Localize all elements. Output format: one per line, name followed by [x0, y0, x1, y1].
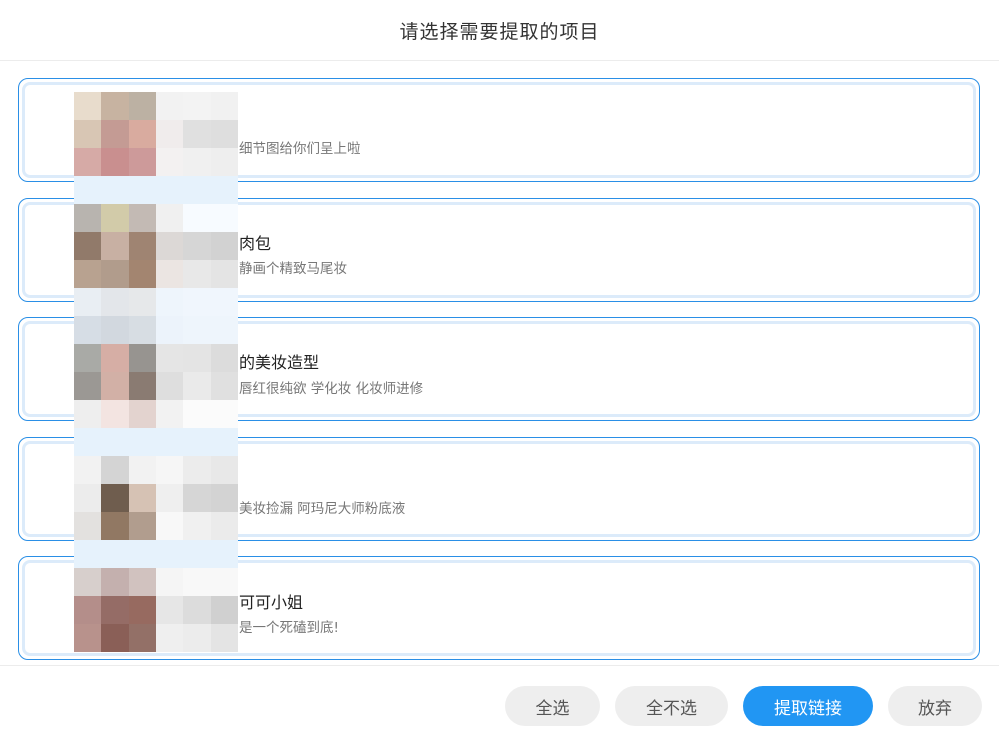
item-title: 的美妆造型 [239, 353, 320, 372]
list-item-body: 细节图给你们呈上啦 [22, 82, 976, 178]
item-title: 肉包 [239, 234, 272, 253]
list-item[interactable]: 细节图给你们呈上啦 [18, 78, 980, 182]
list-item[interactable]: 的美妆造型 唇红很纯欲 学化妆 化妆师进修 [18, 317, 980, 421]
select-none-button[interactable]: 全不选 [615, 686, 728, 726]
list-item[interactable]: 肉包 静画个精致马尾妆 [18, 198, 980, 302]
item-list[interactable]: 细节图给你们呈上啦 肉包 静画个精致马尾妆 的美妆造型 唇红很纯欲 学化妆 化妆… [0, 61, 999, 665]
item-description: 美妆捡漏 阿玛尼大师粉底液 [239, 501, 406, 517]
list-item-body: 美妆捡漏 阿玛尼大师粉底液 [22, 441, 976, 537]
dialog-footer: 全选 全不选 提取链接 放弃 [0, 665, 999, 738]
extract-dialog: 请选择需要提取的项目 细节图给你们呈上啦 肉包 静画个精致马尾妆 的美妆造型 唇… [0, 0, 999, 738]
dialog-header: 请选择需要提取的项目 [0, 0, 999, 61]
item-title: 可可小姐 [239, 593, 304, 612]
list-item[interactable]: 可可小姐 是一个死磕到底! [18, 556, 980, 660]
item-description: 是一个死磕到底! [239, 620, 339, 636]
item-description: 细节图给你们呈上啦 [239, 141, 361, 157]
dialog-title: 请选择需要提取的项目 [399, 20, 600, 43]
list-item-body: 的美妆造型 唇红很纯欲 学化妆 化妆师进修 [22, 321, 976, 417]
item-description: 唇红很纯欲 学化妆 化妆师进修 [239, 381, 424, 397]
extract-links-button[interactable]: 提取链接 [743, 686, 873, 726]
select-all-button[interactable]: 全选 [505, 686, 600, 726]
list-item-body: 肉包 静画个精致马尾妆 [22, 202, 976, 298]
item-description: 静画个精致马尾妆 [239, 261, 347, 277]
list-item-body: 可可小姐 是一个死磕到底! [22, 560, 976, 656]
discard-button[interactable]: 放弃 [888, 686, 982, 726]
list-item[interactable]: 美妆捡漏 阿玛尼大师粉底液 [18, 437, 980, 541]
